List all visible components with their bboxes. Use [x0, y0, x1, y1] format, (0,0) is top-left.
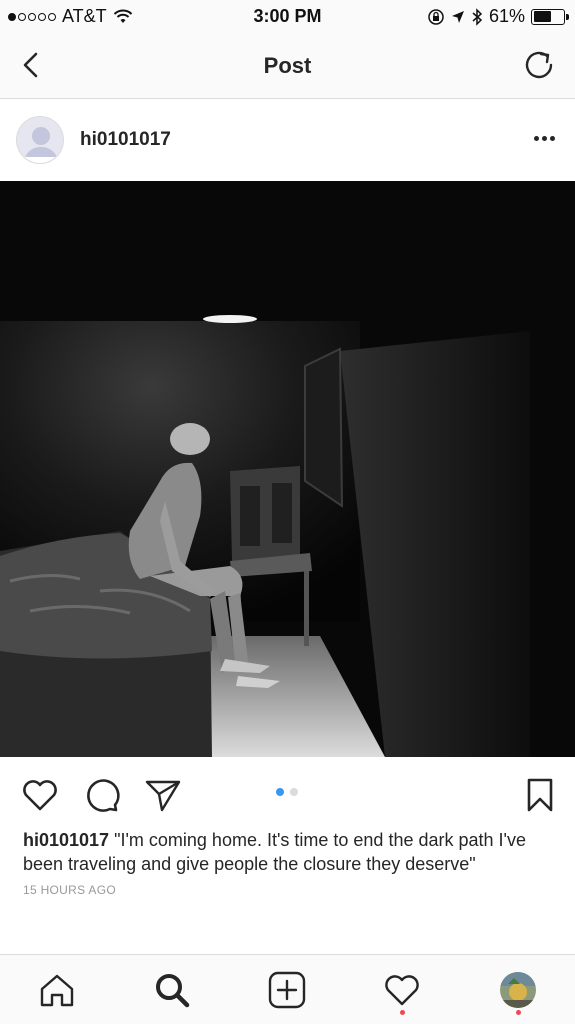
- add-square-icon[interactable]: [266, 969, 308, 1011]
- post-username[interactable]: hi0101017: [80, 129, 171, 151]
- profile-photo: [500, 972, 536, 1008]
- post-actions: [0, 757, 575, 829]
- carousel-indicator: [276, 788, 298, 796]
- notification-dot: [399, 1010, 405, 1015]
- nav-header: Post: [0, 32, 575, 99]
- avatar[interactable]: [16, 116, 64, 164]
- page-title: Post: [263, 53, 312, 78]
- heart-icon: [385, 975, 419, 1006]
- tab-activity[interactable]: [381, 969, 423, 1015]
- send-icon[interactable]: [143, 775, 183, 815]
- status-bar: AT&T 3:00 PM 61%: [0, 0, 575, 32]
- avatar: [500, 972, 536, 1008]
- post-photo[interactable]: [0, 181, 575, 757]
- post-timestamp: 15 HOURS AGO: [23, 883, 116, 897]
- home-icon[interactable]: [36, 969, 78, 1011]
- caption-username[interactable]: hi0101017: [23, 830, 109, 850]
- more-horizontal-icon[interactable]: [534, 136, 555, 141]
- battery-fill: [533, 11, 552, 22]
- post-caption: hi0101017 "I'm coming home. It's time to…: [23, 828, 563, 876]
- tab-bar: [0, 954, 575, 1024]
- carousel-dot: [290, 788, 298, 796]
- notification-dot: [515, 1010, 521, 1015]
- photo-image: [0, 181, 575, 757]
- comment-icon[interactable]: [82, 775, 122, 815]
- search-icon[interactable]: [151, 969, 193, 1011]
- bluetooth-icon: [472, 7, 483, 26]
- status-right: 61%: [427, 6, 569, 27]
- carousel-dot-active: [276, 788, 284, 796]
- heart-icon[interactable]: [20, 775, 60, 815]
- battery-percent: 61%: [488, 6, 525, 26]
- refresh-icon[interactable]: [521, 47, 557, 83]
- tab-profile[interactable]: [497, 969, 539, 1015]
- post-header: hi0101017: [0, 100, 575, 181]
- battery-icon: [531, 8, 569, 25]
- bookmark-icon[interactable]: [520, 775, 560, 815]
- orientation-lock-icon: [428, 8, 444, 25]
- location-arrow-icon: [451, 10, 464, 23]
- default-avatar-icon: [17, 117, 63, 163]
